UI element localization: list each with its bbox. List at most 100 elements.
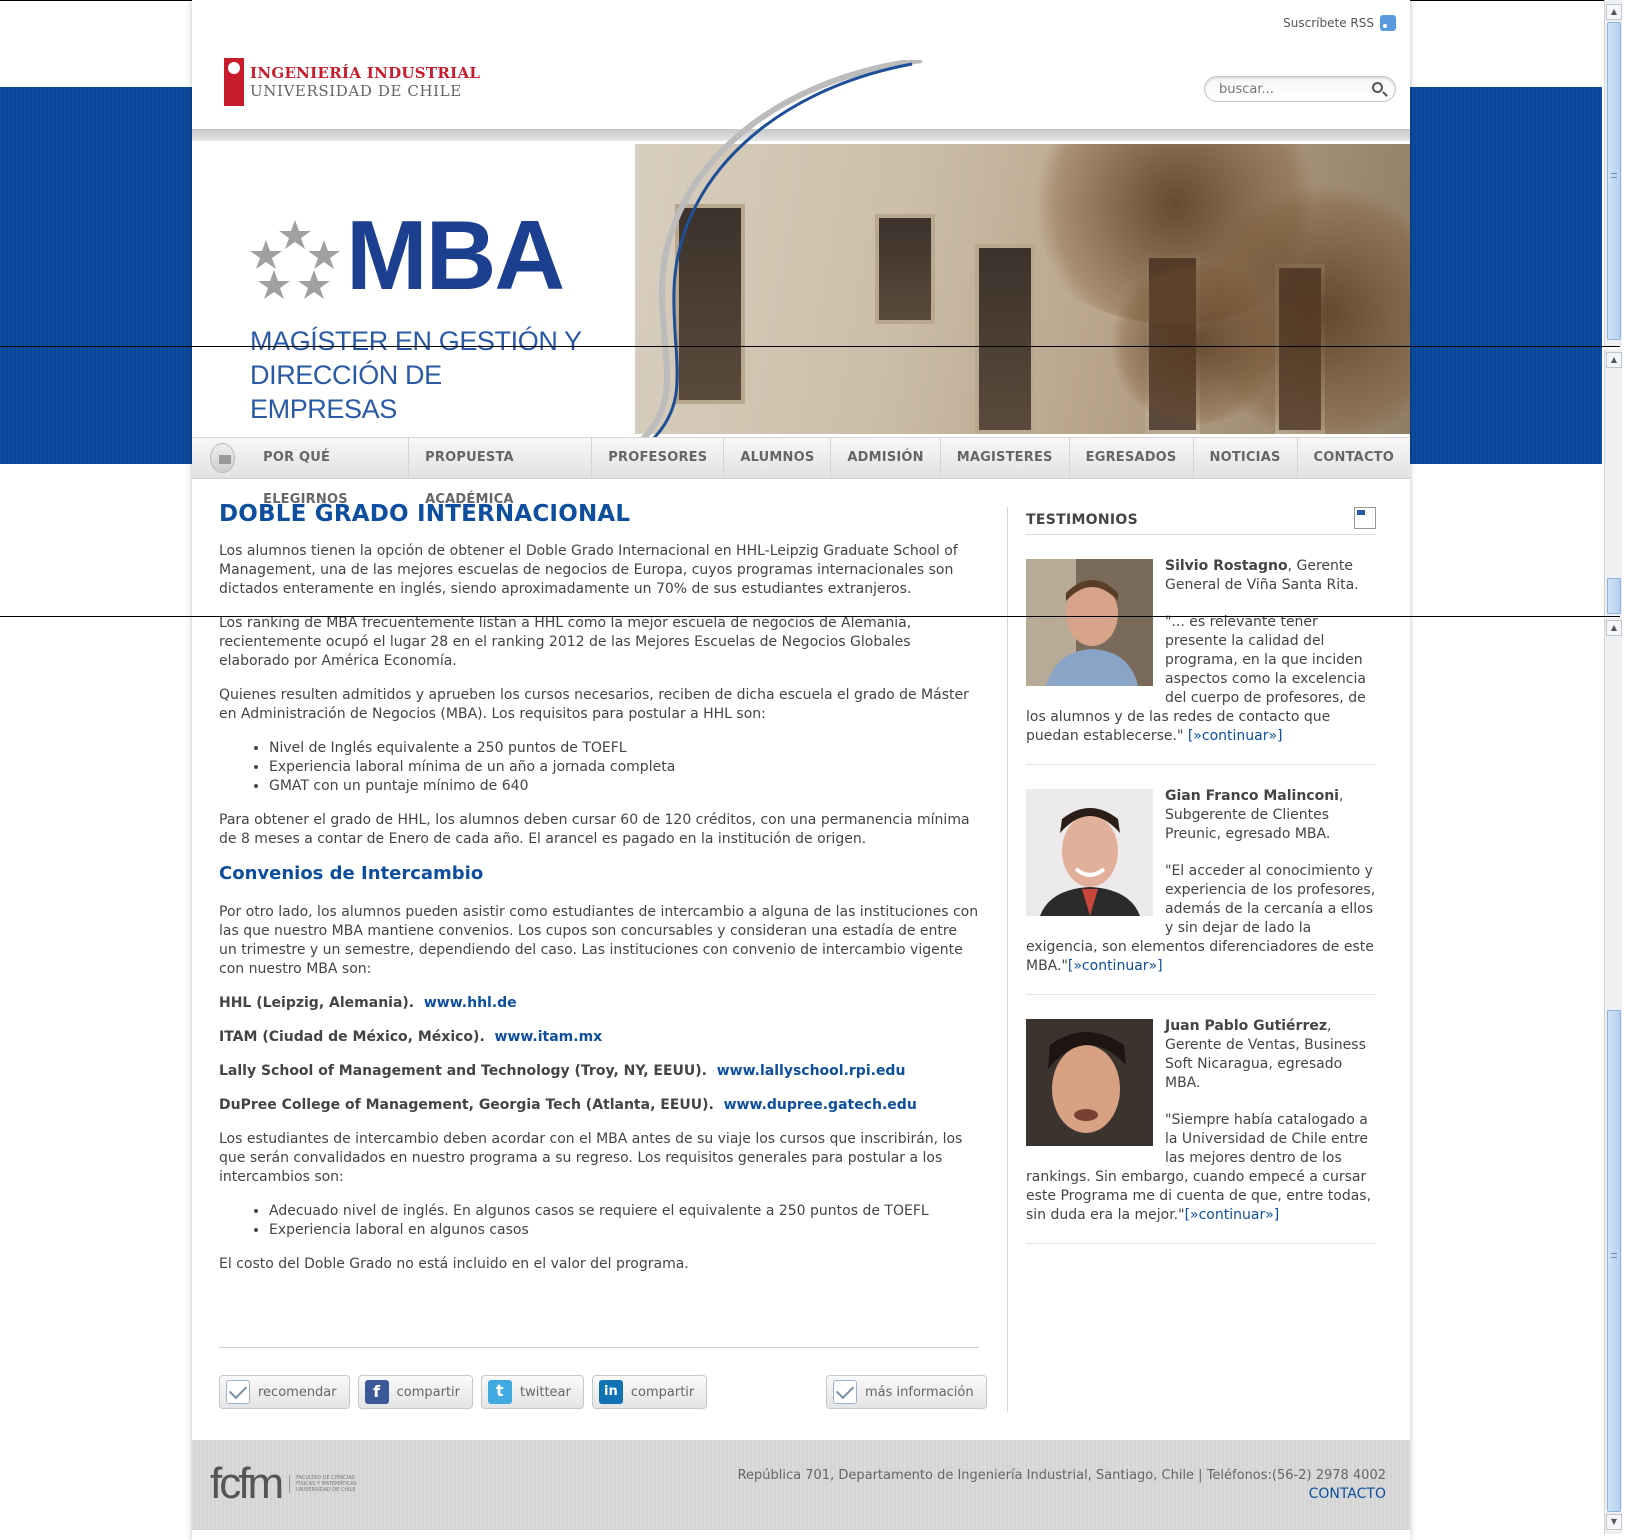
testimonials-title: TESTIMONIOS	[1026, 512, 1138, 528]
scroll-thumb[interactable]	[1607, 1010, 1621, 1512]
linkedin-share-button[interactable]: in compartir	[591, 1375, 708, 1409]
scroll-up-arrow[interactable]: ▲	[1606, 352, 1622, 368]
list-item: Nivel de Inglés equivalente a 250 puntos…	[269, 739, 979, 758]
testimonials-header: TESTIMONIOS	[1026, 505, 1376, 535]
twitter-button[interactable]: twittear	[481, 1375, 584, 1409]
nav-item-egresados[interactable]: EGRESADOS	[1068, 437, 1193, 479]
facebook-share-button[interactable]: f compartir	[357, 1375, 474, 1409]
facebook-icon: f	[364, 1380, 389, 1404]
paragraph: Los ranking de MBA frecuentemente listan…	[219, 615, 912, 669]
header-divider	[192, 129, 1410, 141]
nav-item-alumnos[interactable]: ALUMNOS	[723, 437, 830, 479]
nav-item-magisteres[interactable]: MAGISTERES	[939, 437, 1069, 479]
mba-logo: MBA MAGÍSTER EN GESTIÓN Y DIRECCIÓN DE E…	[232, 198, 582, 424]
facebook-share-label: compartir	[396, 1384, 461, 1400]
testimonial-name: Silvio Rostagno	[1165, 558, 1288, 574]
linkedin-share-label: compartir	[630, 1384, 695, 1400]
institution-name: ITAM (Ciudad de México, México).	[219, 1029, 485, 1045]
fcfm-logo-subtitle: FACULTAD DE CIENCIAS FÍSICAS Y MATEMÁTIC…	[289, 1475, 359, 1493]
nav-item-por-que-elegirnos[interactable]: POR QUÉ ELEGIRNOS	[247, 437, 408, 507]
pane-divider	[0, 346, 1620, 347]
main-navigation: POR QUÉ ELEGIRNOS PROPUESTA ACADÉMICA PR…	[192, 437, 1410, 507]
search-icon[interactable]	[1372, 82, 1383, 93]
institution-name: HHL (Leipzig, Alemania).	[219, 995, 415, 1011]
list-item: Adecuado nivel de inglés. En algunos cas…	[269, 1202, 979, 1221]
list-item: Experiencia laboral en algunos casos	[269, 1221, 979, 1240]
scrollbar-pane-2[interactable]: ▲	[1604, 350, 1622, 616]
scrollbar-pane-3[interactable]: ▲ ▼	[1604, 618, 1622, 1534]
address-text: República 701, Departamento de Ingenierí…	[737, 1468, 1386, 1483]
nav-item-contacto[interactable]: CONTACTO	[1296, 437, 1410, 479]
institution-name: Lally School of Management and Technolog…	[219, 1063, 707, 1079]
page-footer: fcfm FACULTAD DE CIENCIAS FÍSICAS Y MATE…	[192, 1440, 1410, 1530]
requirements-list: Nivel de Inglés equivalente a 250 puntos…	[219, 739, 979, 796]
logo-line-1: INGENIERÍA INDUSTRIAL	[250, 64, 481, 82]
institution-link[interactable]: www.dupree.gatech.edu	[724, 1097, 917, 1113]
nav-item-admision[interactable]: ADMISIÓN	[830, 437, 939, 479]
page-title: DOBLE GRADO INTERNACIONAL	[219, 501, 631, 527]
mba-title: MBA	[346, 200, 565, 310]
nav-item-noticias[interactable]: NOTICIAS	[1192, 437, 1297, 479]
avatar	[1026, 789, 1153, 916]
stars-icon	[250, 220, 340, 299]
avatar	[1026, 559, 1153, 686]
scroll-up-arrow[interactable]: ▲	[1606, 4, 1622, 20]
twitter-icon	[488, 1380, 513, 1404]
column-separator	[1007, 507, 1008, 1412]
scroll-thumb[interactable]	[1607, 22, 1621, 340]
scroll-thumb[interactable]	[1607, 578, 1621, 614]
avatar	[1026, 1019, 1153, 1146]
university-logo[interactable]: INGENIERÍA INDUSTRIAL UNIVERSIDAD DE CHI…	[224, 58, 480, 106]
scroll-up-arrow[interactable]: ▲	[1606, 620, 1622, 636]
paragraph: Por otro lado, los alumnos pueden asisti…	[219, 904, 979, 977]
scrollbar-pane-1[interactable]: ▲	[1604, 0, 1622, 346]
paragraph: El costo del Doble Grado no está incluid…	[219, 1256, 689, 1272]
mail-icon	[833, 1380, 857, 1404]
mail-icon	[226, 1380, 250, 1404]
continue-link[interactable]: [»continuar»]	[1188, 728, 1283, 744]
institution-link[interactable]: www.hhl.de	[424, 995, 517, 1011]
institution-hhl: HHL (Leipzig, Alemania). www.hhl.de	[219, 994, 979, 1013]
home-icon[interactable]	[210, 443, 236, 473]
fcfm-logo[interactable]: fcfm FACULTAD DE CIENCIAS FÍSICAS Y MATE…	[210, 1462, 359, 1506]
search-input[interactable]	[1217, 81, 1362, 98]
continue-link[interactable]: [»continuar»]	[1185, 1207, 1280, 1223]
continue-link[interactable]: [»continuar»]	[1068, 958, 1163, 974]
paragraph: Para obtener el grado de HHL, los alumno…	[219, 812, 970, 847]
university-seal-icon	[224, 58, 244, 106]
footer-contact-link[interactable]: CONTACTO	[1309, 1486, 1386, 1502]
logo-line-2: UNIVERSIDAD DE CHILE	[250, 82, 462, 100]
mba-subtitle-line-1: MAGÍSTER EN GESTIÓN Y	[250, 326, 582, 356]
content-divider	[219, 1347, 979, 1348]
window-icon[interactable]	[1354, 507, 1376, 529]
more-info-button[interactable]: más información	[826, 1375, 987, 1409]
rss-link[interactable]: Suscríbete RSS	[1283, 15, 1396, 31]
paragraph: Los estudiantes de intercambio deben aco…	[219, 1131, 963, 1185]
institution-lally: Lally School of Management and Technolog…	[219, 1062, 979, 1081]
banner-photo	[635, 144, 1410, 434]
list-item: Experiencia laboral mínima de un año a j…	[269, 758, 979, 777]
institution-link[interactable]: www.lallyschool.rpi.edu	[717, 1063, 906, 1079]
twitter-label: twittear	[520, 1384, 571, 1400]
fcfm-logo-text: fcfm	[210, 1459, 284, 1508]
paragraph: Quienes resulten admitidos y aprueben lo…	[219, 687, 969, 722]
list-item: GMAT con un puntaje mínimo de 640	[269, 777, 979, 796]
main-content: DOBLE GRADO INTERNACIONAL Los alumnos ti…	[219, 501, 979, 1289]
institution-name: DuPree College of Management, Georgia Te…	[219, 1097, 714, 1113]
exchange-requirements-list: Adecuado nivel de inglés. En algunos cas…	[219, 1202, 979, 1240]
share-bar: recomendar f compartir twittear in compa…	[219, 1375, 708, 1409]
nav-item-propuesta-academica[interactable]: PROPUESTA ACADÉMICA	[408, 437, 591, 507]
page-container: Suscríbete RSS INGENIERÍA INDUSTRIAL UNI…	[192, 0, 1410, 1540]
recommend-button[interactable]: recomendar	[219, 1375, 350, 1409]
mba-subtitle-line-2: DIRECCIÓN DE EMPRESAS	[250, 360, 442, 424]
footer-address: República 701, Departamento de Ingenierí…	[738, 1466, 1386, 1504]
institution-link[interactable]: www.itam.mx	[495, 1029, 603, 1045]
section-heading: Convenios de Intercambio	[219, 863, 484, 884]
linkedin-icon: in	[598, 1380, 623, 1404]
share-more: más información	[826, 1375, 987, 1409]
scroll-down-arrow[interactable]: ▼	[1606, 1514, 1622, 1530]
search-box[interactable]	[1204, 76, 1396, 102]
pane-divider	[0, 616, 1620, 617]
rss-label: Suscríbete RSS	[1283, 16, 1374, 30]
nav-item-profesores[interactable]: PROFESORES	[591, 437, 723, 479]
